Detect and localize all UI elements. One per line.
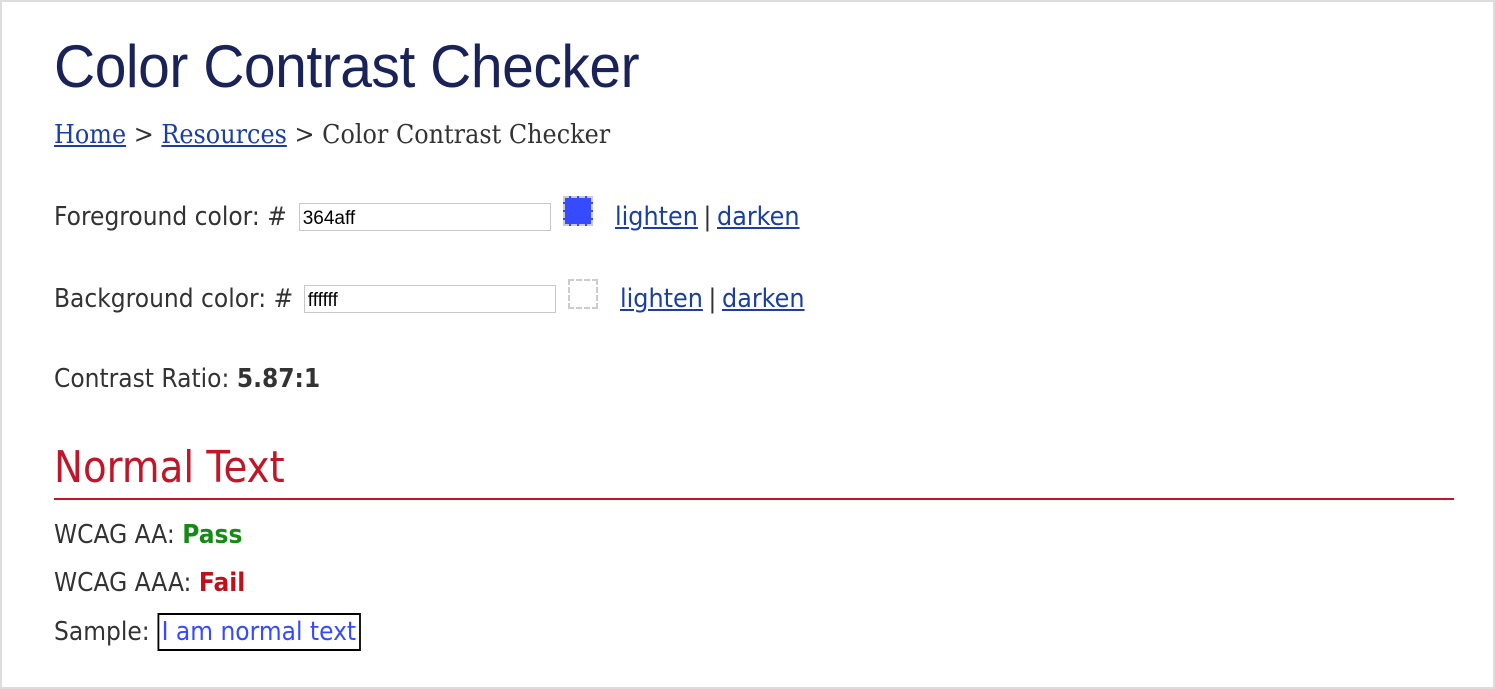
- background-color-swatch[interactable]: [567, 279, 598, 309]
- background-lighten-link[interactable]: lighten: [620, 284, 703, 314]
- background-row: Background color: # lighten|darken: [54, 279, 820, 314]
- foreground-label: Foreground color: #: [54, 202, 287, 232]
- foreground-color-swatch[interactable]: [562, 196, 593, 226]
- sample-label: Sample:: [54, 617, 158, 647]
- contrast-ratio-value: 5.87:1: [236, 364, 321, 394]
- contrast-ratio: Contrast Ratio: 5.87:1: [54, 364, 320, 394]
- breadcrumb-resources-link[interactable]: Resources: [161, 120, 287, 150]
- breadcrumb-current: Color Contrast Checker: [322, 120, 611, 150]
- foreground-darken-link[interactable]: darken: [717, 202, 800, 232]
- breadcrumb-separator: >: [294, 120, 315, 150]
- wcag-aaa-label: WCAG AAA:: [54, 568, 199, 598]
- contrast-ratio-label: Contrast Ratio:: [54, 364, 237, 394]
- link-separator: |: [703, 202, 712, 232]
- wcag-aaa-status: Fail: [198, 568, 246, 598]
- foreground-lighten-link[interactable]: lighten: [615, 202, 698, 232]
- background-adjust-links: lighten | darken: [620, 284, 805, 314]
- contrast-ratio-row: Contrast Ratio: 5.87:1: [54, 364, 350, 394]
- foreground-color-input[interactable]: [298, 203, 551, 231]
- foreground-row: Foreground color: # lighten|darken: [54, 196, 815, 232]
- background-darken-link[interactable]: darken: [722, 284, 805, 314]
- background-color-input[interactable]: [303, 285, 556, 313]
- wcag-aa-label: WCAG AA:: [54, 520, 183, 550]
- breadcrumb-separator: >: [133, 120, 154, 150]
- background-label: Background color: #: [54, 284, 294, 314]
- foreground-adjust-links: lighten | darken: [615, 202, 800, 232]
- wcag-aa-result: WCAG AA: Pass: [54, 520, 242, 550]
- wcag-aa-status: Pass: [182, 520, 243, 550]
- sample-row: Sample: I am normal text: [54, 613, 361, 651]
- normal-text-heading: Normal Text: [54, 442, 1454, 500]
- breadcrumb-home-link[interactable]: Home: [54, 120, 126, 150]
- wcag-aaa-result: WCAG AAA: Fail: [54, 568, 245, 598]
- link-separator: |: [708, 284, 717, 314]
- sample-text-box: I am normal text: [157, 613, 361, 651]
- page-title: Color Contrast Checker: [54, 33, 640, 100]
- breadcrumb: Home > Resources > Color Contrast Checke…: [54, 120, 610, 150]
